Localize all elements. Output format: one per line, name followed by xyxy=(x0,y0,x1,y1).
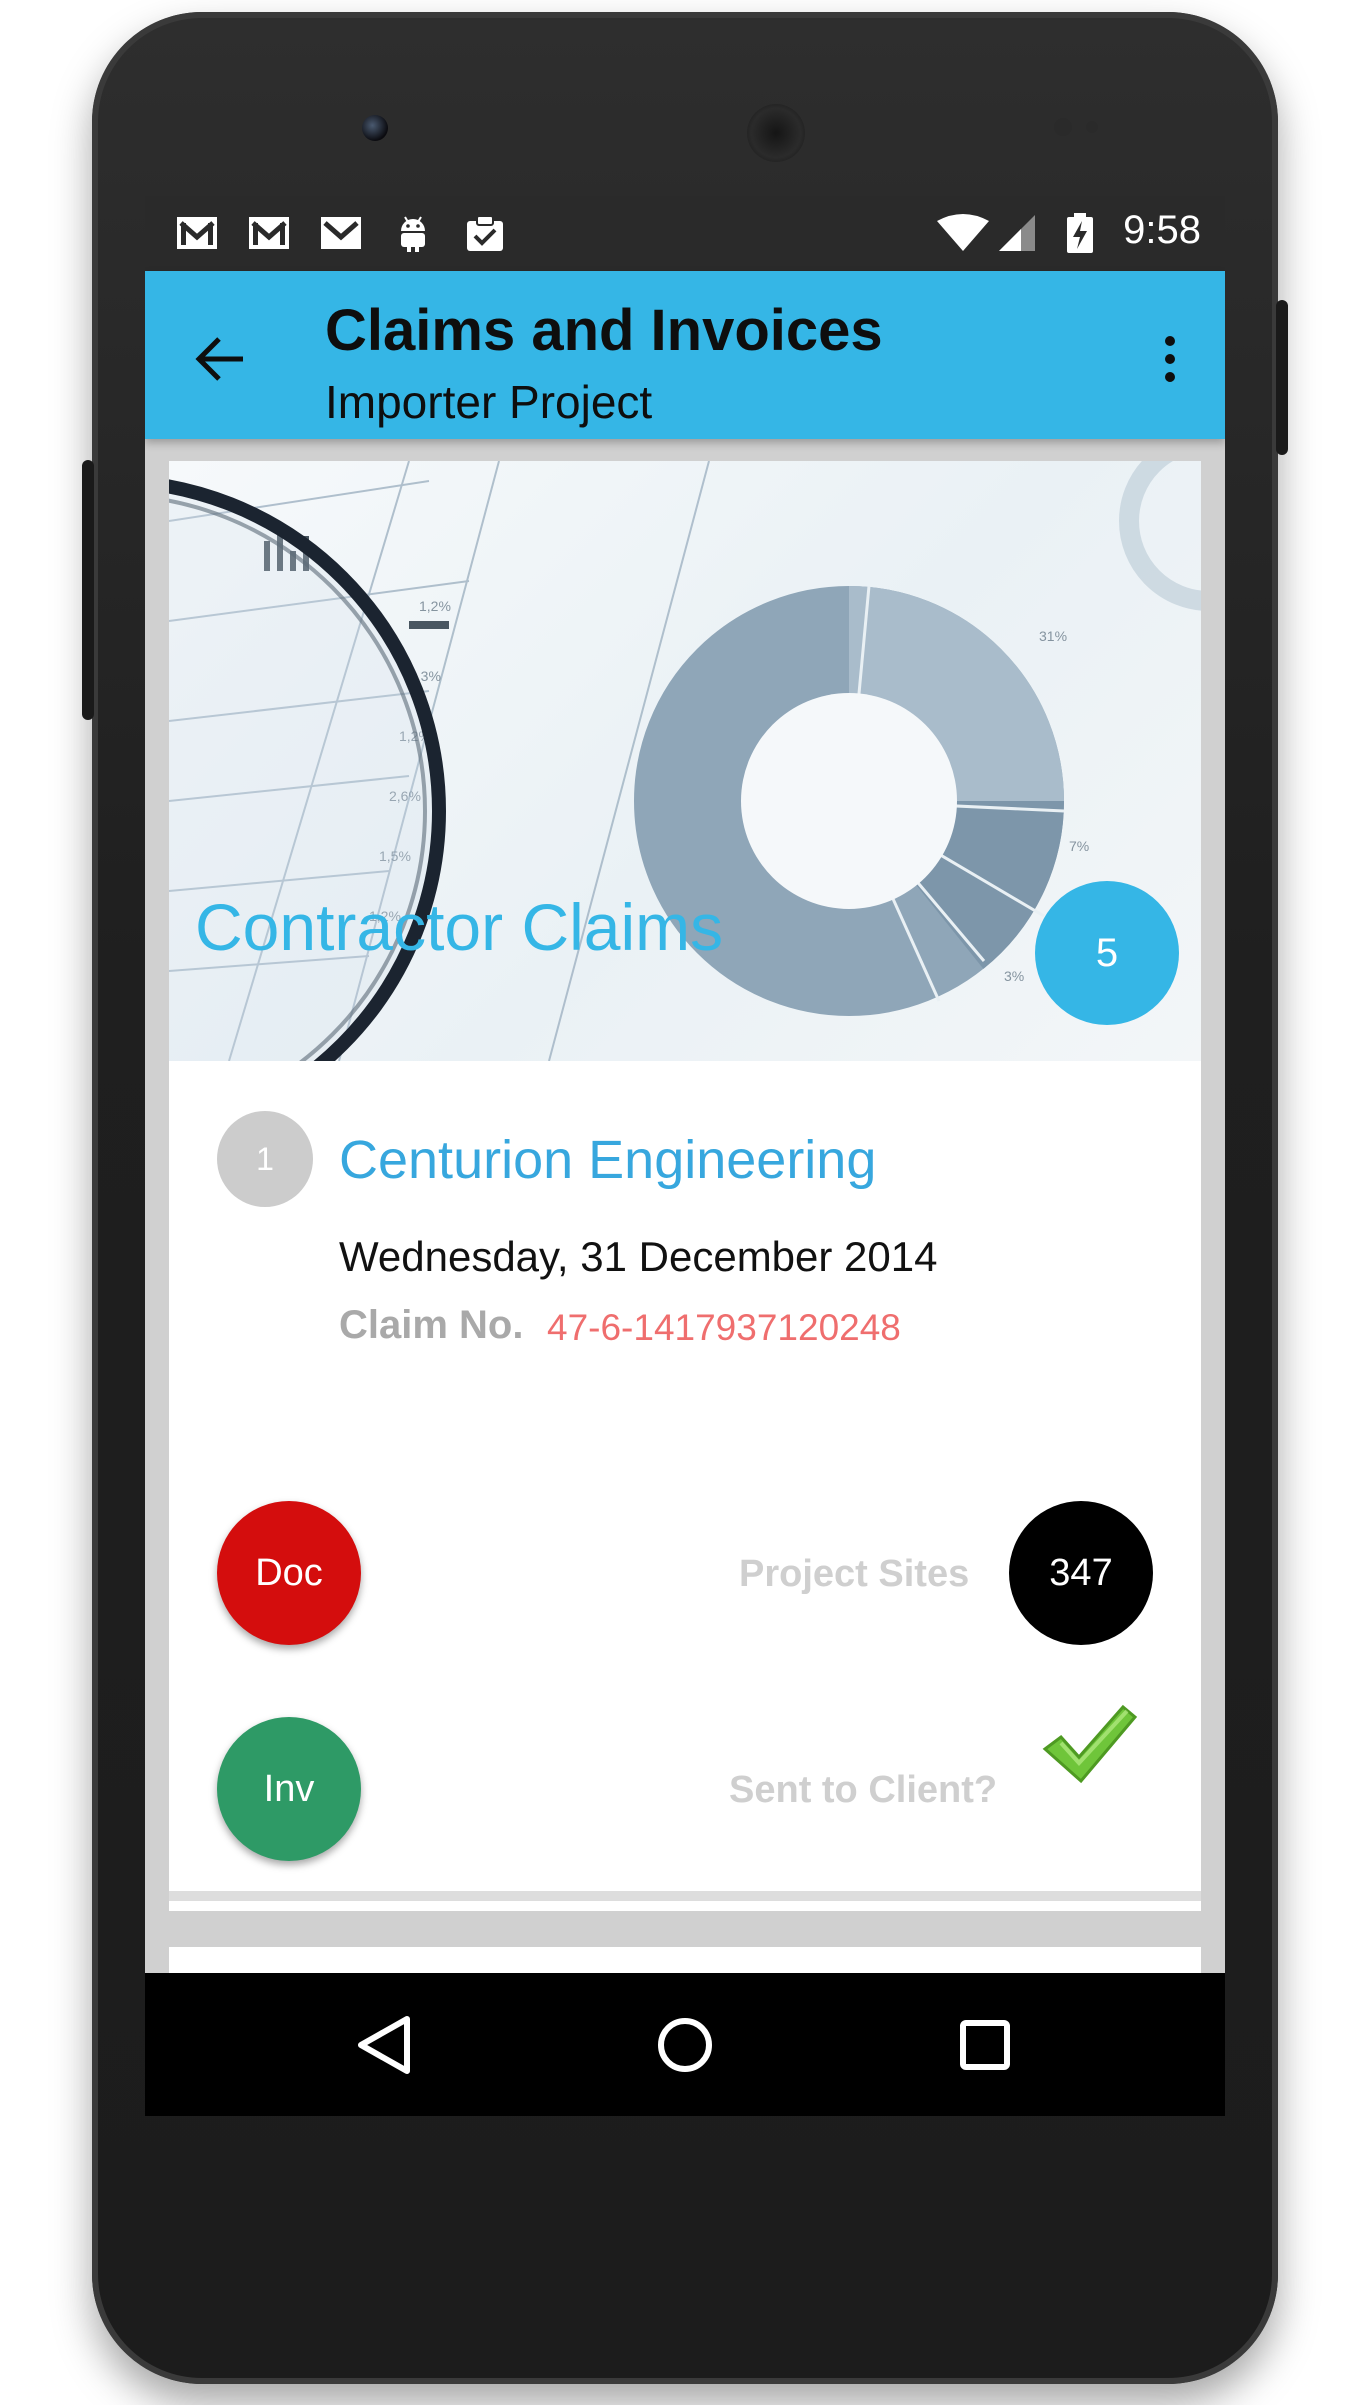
wifi-icon xyxy=(937,214,989,251)
company-name: Centurion Engineering xyxy=(339,1130,877,1190)
signal-icon xyxy=(999,215,1035,251)
sent-to-client-label: Sent to Client? xyxy=(729,1769,998,1811)
claim-number-label: Claim No. xyxy=(339,1303,524,1347)
screen: 9:58 Claims and Invoices Importer Projec… xyxy=(145,196,1225,2116)
inv-button[interactable]: Inv xyxy=(217,1717,361,1861)
claim-number-value: 47-6-1417937120248 xyxy=(547,1307,901,1348)
svg-text:1,2%: 1,2% xyxy=(419,598,451,614)
card-divider xyxy=(169,1891,1201,1901)
navigation-bar xyxy=(145,1973,1225,2116)
battery-charging-icon xyxy=(1067,213,1093,253)
claim-card[interactable]: 1,2%1,3%1,2% 2,6%1,5%1,2% 31%7%3% xyxy=(169,461,1201,1911)
clock: 9:58 xyxy=(1123,208,1201,252)
hero-image: 1,2%1,3%1,2% 2,6%1,5%1,2% 31%7%3% xyxy=(169,461,1201,1061)
page-title: Claims and Invoices xyxy=(325,298,883,363)
claims-count-badge[interactable]: 5 xyxy=(1035,881,1179,1025)
light-sensor xyxy=(1086,121,1098,133)
checkmark-icon xyxy=(1042,1704,1138,1784)
svg-text:7%: 7% xyxy=(1069,838,1089,854)
home-circle-icon[interactable] xyxy=(645,2005,725,2085)
gmail-icon xyxy=(249,217,289,249)
volume-button xyxy=(82,460,94,720)
power-button xyxy=(1276,300,1288,455)
arrow-back-icon[interactable] xyxy=(185,323,257,395)
android-icon xyxy=(401,216,425,252)
claim-index-badge: 1 xyxy=(217,1111,313,1207)
project-sites-count-badge[interactable]: 347 xyxy=(1009,1501,1153,1645)
svg-text:31%: 31% xyxy=(1039,628,1067,644)
claim-date: Wednesday, 31 December 2014 xyxy=(339,1233,938,1280)
gmail-icon xyxy=(321,217,361,249)
front-camera xyxy=(362,115,388,141)
project-sites-label: Project Sites xyxy=(739,1553,970,1595)
page-subtitle: Importer Project xyxy=(325,376,653,428)
app-bar: Claims and Invoices Importer Project xyxy=(145,271,1225,439)
hero-title: Contractor Claims xyxy=(195,890,724,964)
doc-button[interactable]: Doc xyxy=(217,1501,361,1645)
more-vert-icon[interactable] xyxy=(1155,323,1185,395)
earpiece-speaker xyxy=(747,104,805,162)
gmail-icon xyxy=(177,217,217,249)
clipboard-check-icon xyxy=(467,215,503,251)
status-bar: 9:58 xyxy=(145,196,1225,271)
back-triangle-icon[interactable] xyxy=(345,2005,425,2085)
proximity-sensor xyxy=(1054,118,1072,136)
recents-square-icon[interactable] xyxy=(945,2005,1025,2085)
svg-text:3%: 3% xyxy=(1004,968,1024,984)
